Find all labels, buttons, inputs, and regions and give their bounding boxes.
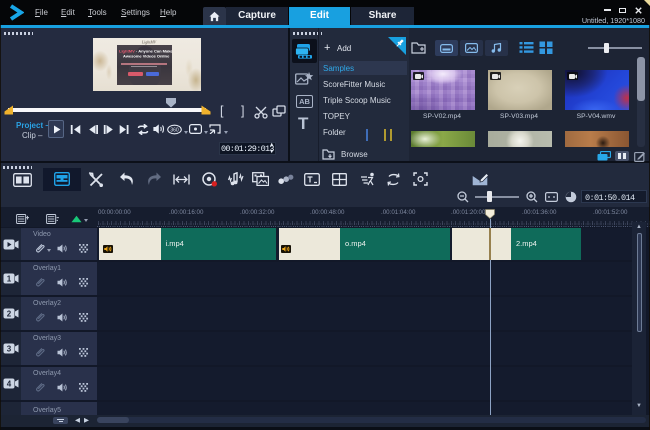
svg-text:1: 1 bbox=[7, 275, 12, 284]
svg-text:2: 2 bbox=[7, 310, 12, 319]
svg-text:4: 4 bbox=[7, 379, 12, 388]
svg-text:360: 360 bbox=[170, 127, 179, 133]
svg-text:3: 3 bbox=[7, 345, 12, 354]
